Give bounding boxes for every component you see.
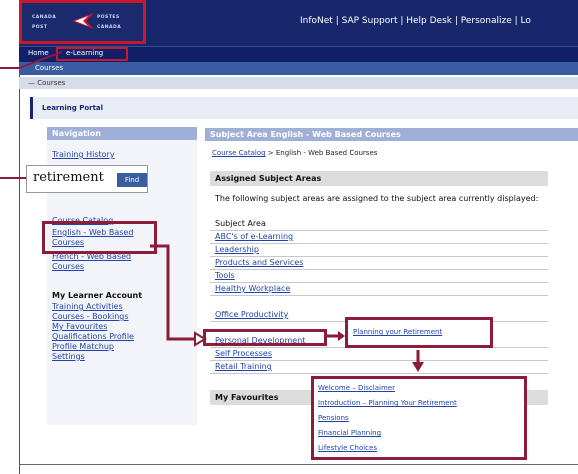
english-courses-highlight — [42, 221, 157, 254]
search-input-value[interactable]: retirement — [33, 170, 104, 185]
find-button[interactable]: Find — [117, 173, 147, 187]
planning-retirement-link[interactable]: Planning your Retirement — [353, 328, 442, 336]
personal-development-highlight — [203, 329, 327, 346]
subtopic-link[interactable]: Welcome – Disclaimer — [318, 384, 395, 392]
tab-callout-leader-line — [18, 51, 63, 69]
subtopic-link[interactable]: Lifestyle Choices — [318, 444, 377, 452]
arrow-head-right-icon — [338, 331, 345, 341]
arrow-to-personal-development — [150, 244, 195, 341]
arrow-head-down-icon — [412, 362, 424, 372]
subtopic-link[interactable]: Introduction – Planning Your Retirement — [318, 399, 457, 407]
subtopic-link[interactable]: Pensions — [318, 414, 349, 422]
subtopic-link[interactable]: Financial Planning — [318, 429, 381, 437]
